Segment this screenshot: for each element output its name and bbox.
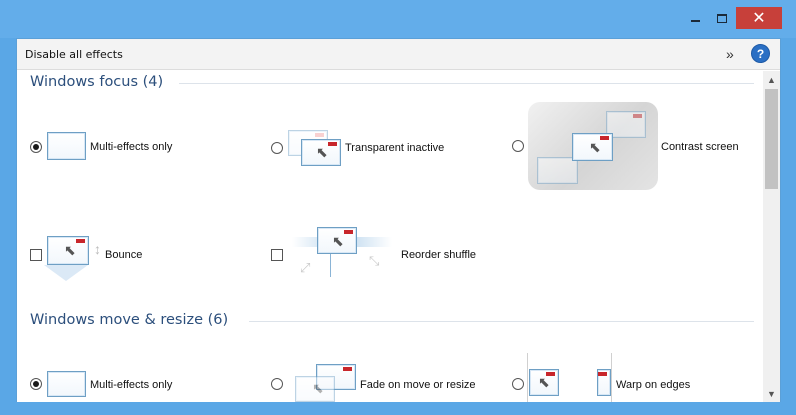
radio-move-multi-effects[interactable] [30, 378, 42, 390]
vertical-scrollbar[interactable]: ▲ ▼ [763, 71, 780, 402]
minimize-button[interactable] [683, 7, 707, 29]
disable-all-effects-link[interactable]: Disable all effects [25, 48, 123, 61]
thumbnail-dim-window-bottom [537, 157, 578, 184]
checkbox-bounce[interactable] [30, 249, 42, 261]
radio-transparent-inactive[interactable] [271, 142, 283, 154]
option-bounce[interactable] [30, 249, 42, 261]
thumbnail-multi-effects-move [47, 371, 86, 397]
thumbnail-bounce: ⬉ [47, 236, 89, 265]
label-bounce: Bounce [105, 249, 143, 261]
help-icon[interactable]: ? [751, 44, 770, 63]
toolbar: Disable all effects » ? [17, 39, 780, 70]
label-contrast-screen: Contrast screen [661, 141, 739, 153]
maximize-icon [717, 13, 727, 23]
section-title-windows-move-resize: Windows move & resize (6) [30, 312, 229, 328]
label-reorder-shuffle: Reorder shuffle [401, 249, 477, 261]
effects-panel: Disable all effects » ? Windows focus (4… [16, 38, 781, 402]
label-transparent-inactive: Transparent inactive [345, 142, 445, 154]
maximize-button[interactable] [709, 7, 735, 29]
cursor-icon: ⬉ [316, 144, 328, 160]
warp-edge-right [611, 353, 612, 402]
checkbox-reorder-shuffle[interactable] [271, 249, 283, 261]
radio-warp-on-edges[interactable] [512, 378, 524, 390]
section-divider [249, 321, 754, 322]
option-contrast-screen[interactable] [512, 140, 524, 152]
option-focus-multi-effects[interactable] [30, 141, 42, 153]
radio-focus-multi-effects[interactable] [30, 141, 42, 153]
cursor-icon: ⬉ [312, 380, 324, 396]
effects-content: Windows focus (4) Multi-effects only ⬉ T… [17, 71, 763, 402]
label-fade-on-move: Fade on move or resize [360, 379, 476, 391]
cursor-icon: ⬉ [589, 139, 601, 155]
warp-edge-left [527, 353, 528, 402]
cursor-icon: ⬉ [64, 242, 76, 258]
scroll-thumb[interactable] [765, 89, 778, 189]
more-chevron-icon[interactable]: » [726, 46, 734, 62]
shuffle-line [330, 251, 331, 277]
thumbnail-front-window: ⬉ [301, 139, 341, 166]
close-icon: ✕ [752, 10, 766, 27]
title-bar: ✕ [0, 0, 796, 38]
thumbnail-active-window: ⬉ [572, 133, 613, 161]
option-transparent-inactive[interactable] [271, 142, 283, 154]
shuffle-arrow-left-icon: ⤢ [300, 260, 311, 275]
scroll-down-arrow-icon[interactable]: ▼ [763, 385, 780, 402]
section-title-windows-focus: Windows focus (4) [30, 74, 164, 90]
thumbnail-reorder-shuffle: ⬉ [317, 227, 357, 254]
cursor-icon: ⬉ [538, 374, 550, 390]
label-move-multi-effects: Multi-effects only [90, 379, 173, 391]
vertical-arrows-icon: ↕ [94, 241, 101, 257]
close-button[interactable]: ✕ [736, 7, 782, 29]
section-divider [179, 83, 754, 84]
shuffle-arrow-right-icon: ⤡ [369, 253, 380, 268]
thumbnail-warp-left: ⬉ [529, 369, 559, 396]
option-warp-on-edges[interactable] [512, 378, 524, 390]
radio-fade-on-move[interactable] [271, 378, 283, 390]
option-move-multi-effects[interactable] [30, 378, 42, 390]
thumbnail-warp-right [597, 369, 611, 396]
scroll-up-arrow-icon[interactable]: ▲ [763, 71, 780, 88]
option-fade-on-move[interactable] [271, 378, 283, 390]
bounce-shadow [44, 265, 88, 281]
label-warp-on-edges: Warp on edges [616, 379, 691, 391]
thumbnail-fade-back: ⬉ [295, 376, 335, 402]
radio-contrast-screen[interactable] [512, 140, 524, 152]
thumbnail-multi-effects-focus [47, 132, 86, 160]
label-focus-multi-effects: Multi-effects only [90, 141, 173, 153]
cursor-icon: ⬉ [332, 233, 344, 249]
option-reorder-shuffle[interactable] [271, 249, 283, 261]
minimize-icon [690, 20, 700, 22]
